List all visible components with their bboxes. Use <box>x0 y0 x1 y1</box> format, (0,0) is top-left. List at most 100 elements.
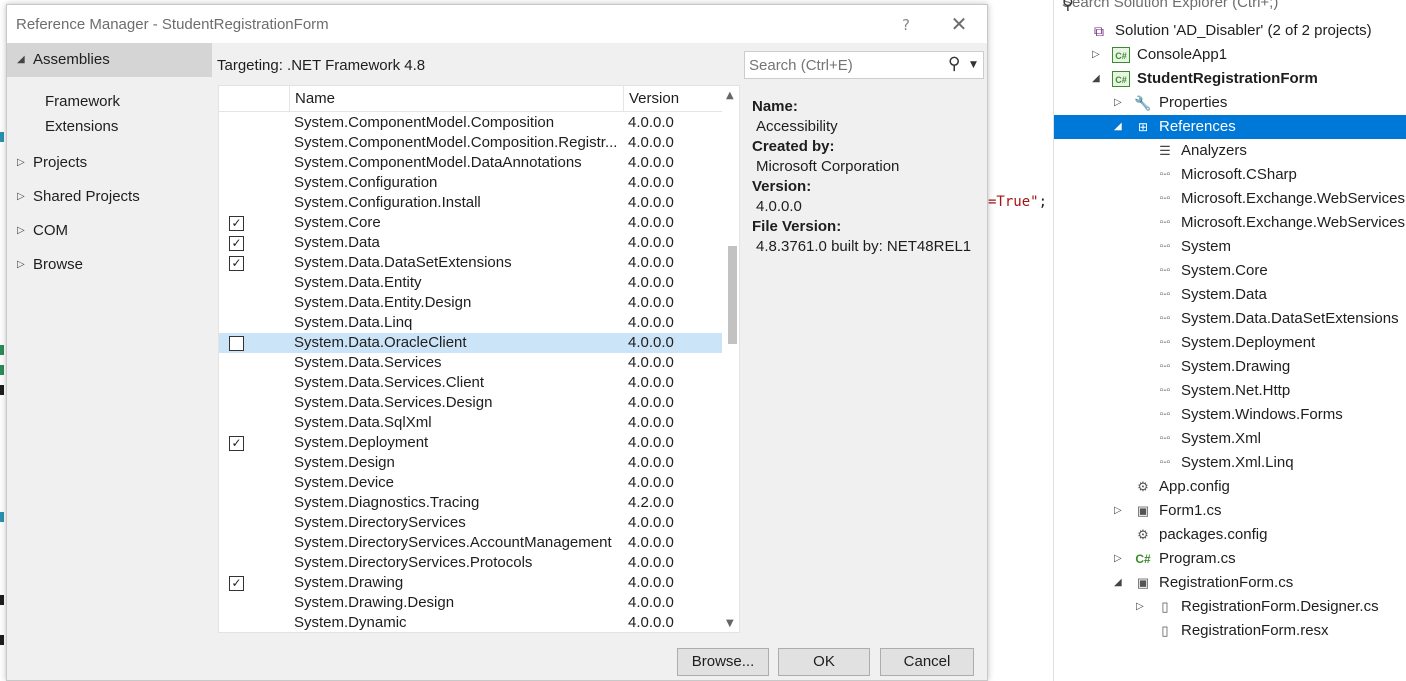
browse-button[interactable]: Browse... <box>677 648 769 676</box>
table-row[interactable]: ✓ System.Data 4.0.0.0 <box>219 233 722 253</box>
tree-item[interactable]: ▯ RegistrationForm.resx <box>1054 619 1406 643</box>
assembly-version: 4.0.0.0 <box>628 574 674 591</box>
table-row[interactable]: System.Data.OracleClient 4.0.0.0 <box>219 333 722 353</box>
table-row[interactable]: System.Data.Services.Client 4.0.0.0 <box>219 373 722 393</box>
table-row[interactable]: System.DirectoryServices.AccountManageme… <box>219 533 722 553</box>
table-row[interactable]: System.Configuration.Install 4.0.0.0 <box>219 193 722 213</box>
tree-item[interactable]: ⧉ Solution 'AD_Disabler' (2 of 2 projects… <box>1054 19 1406 43</box>
tree-item[interactable]: ▫-▫ System.Windows.Forms <box>1054 403 1406 427</box>
table-row[interactable]: System.Device 4.0.0.0 <box>219 473 722 493</box>
close-button[interactable]: ✕ <box>945 11 973 37</box>
tree-item[interactable]: ▫-▫ Microsoft.CSharp <box>1054 163 1406 187</box>
expanded-arrow-icon[interactable]: ◢ <box>1092 67 1100 91</box>
tree-item[interactable]: ▫-▫ System.Xml <box>1054 427 1406 451</box>
table-row[interactable]: System.Data.Linq 4.0.0.0 <box>219 313 722 333</box>
ok-button[interactable]: OK <box>778 648 870 676</box>
help-button[interactable]: ? <box>893 13 919 37</box>
tree-item[interactable]: ▫-▫ System <box>1054 235 1406 259</box>
tree-item[interactable]: ▫-▫ Microsoft.Exchange.WebServices.Aut <box>1054 211 1406 235</box>
list-scrollbar[interactable]: ▲ ▼ <box>722 86 739 632</box>
table-row[interactable]: System.Configuration 4.0.0.0 <box>219 173 722 193</box>
table-row[interactable]: System.Data.SqlXml 4.0.0.0 <box>219 413 722 433</box>
table-row[interactable]: ✓ System.Drawing 4.0.0.0 <box>219 573 722 593</box>
nav-assemblies[interactable]: ◢ Assemblies <box>7 43 212 77</box>
table-row[interactable]: System.ComponentModel.Composition 4.0.0.0 <box>219 113 722 133</box>
table-row[interactable]: ✓ System.Deployment 4.0.0.0 <box>219 433 722 453</box>
solution-explorer-search[interactable]: Search Solution Explorer (Ctrl+;) ⚲ <box>1054 0 1406 16</box>
cancel-button[interactable]: Cancel <box>880 648 974 676</box>
chevron-down-icon[interactable]: ▼ <box>970 60 977 70</box>
tree-item[interactable]: ▷ ▣ Form1.cs <box>1054 499 1406 523</box>
file-icon: ▯ <box>1161 599 1169 614</box>
table-row[interactable]: System.Data.Entity.Design 4.0.0.0 <box>219 293 722 313</box>
table-row[interactable]: System.Data.Services.Design 4.0.0.0 <box>219 393 722 413</box>
scroll-up-icon[interactable]: ▲ <box>726 90 734 101</box>
tree-item[interactable]: ◢ ▣ RegistrationForm.cs <box>1054 571 1406 595</box>
table-row[interactable]: System.Data.Services 4.0.0.0 <box>219 353 722 373</box>
assembly-version: 4.0.0.0 <box>628 434 674 451</box>
table-row[interactable]: System.DirectoryServices.Protocols 4.0.0.… <box>219 553 722 573</box>
tree-item-label: System.Windows.Forms <box>1181 406 1343 423</box>
table-row[interactable]: ✓ System.Data.DataSetExtensions 4.0.0.0 <box>219 253 722 273</box>
table-row[interactable]: System.Drawing.Design 4.0.0.0 <box>219 593 722 613</box>
tree-item[interactable]: ☰ Analyzers <box>1054 139 1406 163</box>
tree-item[interactable]: ▫-▫ System.Core <box>1054 259 1406 283</box>
scroll-down-icon[interactable]: ▼ <box>726 618 734 629</box>
tree-item[interactable]: ◢ ⊞ References <box>1054 115 1406 139</box>
table-row[interactable]: System.ComponentModel.Composition.Regist… <box>219 133 722 153</box>
collapsed-arrow-icon[interactable]: ▷ <box>1092 43 1100 67</box>
search-icon[interactable]: ⚲ <box>948 54 960 74</box>
row-checkbox[interactable] <box>229 336 244 351</box>
tree-item[interactable]: ▷ C# Program.cs <box>1054 547 1406 571</box>
table-row[interactable]: System.DirectoryServices 4.0.0.0 <box>219 513 722 533</box>
column-header-version[interactable]: Version <box>623 86 722 112</box>
nav-extensions[interactable]: Extensions <box>45 118 118 135</box>
tree-item[interactable]: ▫-▫ System.Xml.Linq <box>1054 451 1406 475</box>
table-row[interactable]: System.ComponentModel.DataAnnotations 4.0… <box>219 153 722 173</box>
row-checkbox[interactable]: ✓ <box>229 216 244 231</box>
expanded-arrow-icon[interactable]: ◢ <box>1114 571 1122 595</box>
row-checkbox[interactable]: ✓ <box>229 576 244 591</box>
collapsed-arrow-icon[interactable]: ▷ <box>1114 91 1122 115</box>
detail-name-label: Name: <box>752 98 798 115</box>
row-checkbox[interactable]: ✓ <box>229 236 244 251</box>
nav-framework[interactable]: Framework <box>45 93 120 110</box>
collapsed-arrow-icon[interactable]: ▷ <box>1136 595 1144 619</box>
tree-item[interactable]: ⚙ App.config <box>1054 475 1406 499</box>
dialog-titlebar[interactable]: Reference Manager - StudentRegistrationF… <box>7 5 987 43</box>
column-header-name[interactable]: Name <box>289 86 623 112</box>
table-row[interactable]: System.Dynamic 4.0.0.0 <box>219 613 722 632</box>
search-box[interactable]: ⚲ ▼ <box>744 51 984 79</box>
tree-item[interactable]: ▫-▫ System.Net.Http <box>1054 379 1406 403</box>
tree-item[interactable]: ▫-▫ Microsoft.Exchange.WebServices <box>1054 187 1406 211</box>
assembly-name: System.ComponentModel.Composition.Regist… <box>294 134 618 151</box>
table-row[interactable]: System.Data.Entity 4.0.0.0 <box>219 273 722 293</box>
row-checkbox[interactable]: ✓ <box>229 436 244 451</box>
tree-item[interactable]: ▫-▫ System.Data <box>1054 283 1406 307</box>
tree-item[interactable]: ▷ 🔧 Properties <box>1054 91 1406 115</box>
scrollbar-thumb[interactable] <box>728 246 737 344</box>
table-row[interactable]: System.Diagnostics.Tracing 4.2.0.0 <box>219 493 722 513</box>
tree-item[interactable]: ▫-▫ System.Data.DataSetExtensions <box>1054 307 1406 331</box>
tree-item[interactable]: ⚙ packages.config <box>1054 523 1406 547</box>
tree-item[interactable]: ◢ C# StudentRegistrationForm <box>1054 67 1406 91</box>
tree-item[interactable]: ▫-▫ System.Drawing <box>1054 355 1406 379</box>
table-row[interactable]: System.Design 4.0.0.0 <box>219 453 722 473</box>
nav-browse[interactable]: ▷ Browse <box>7 248 212 282</box>
nav-com[interactable]: ▷ COM <box>7 214 212 248</box>
nav-shared-projects[interactable]: ▷ Shared Projects <box>7 180 212 214</box>
tree-item[interactable]: ▷ C# ConsoleApp1 <box>1054 43 1406 67</box>
search-input[interactable] <box>749 55 939 75</box>
nav-projects[interactable]: ▷ Projects <box>7 146 212 180</box>
collapsed-arrow-icon[interactable]: ▷ <box>1114 499 1122 523</box>
table-row[interactable]: ✓ System.Core 4.0.0.0 <box>219 213 722 233</box>
tree-item-label: Microsoft.CSharp <box>1181 166 1297 183</box>
search-icon[interactable]: ⚲ <box>1062 0 1074 14</box>
expanded-arrow-icon[interactable]: ◢ <box>1114 115 1122 139</box>
tree-item[interactable]: ▫-▫ System.Deployment <box>1054 331 1406 355</box>
collapsed-arrow-icon[interactable]: ▷ <box>1114 547 1122 571</box>
screen: =True"; Reference Manager - StudentRegis… <box>0 0 1406 681</box>
assembly-name: System.Configuration <box>294 174 438 191</box>
row-checkbox[interactable]: ✓ <box>229 256 244 271</box>
tree-item[interactable]: ▷ ▯ RegistrationForm.Designer.cs <box>1054 595 1406 619</box>
